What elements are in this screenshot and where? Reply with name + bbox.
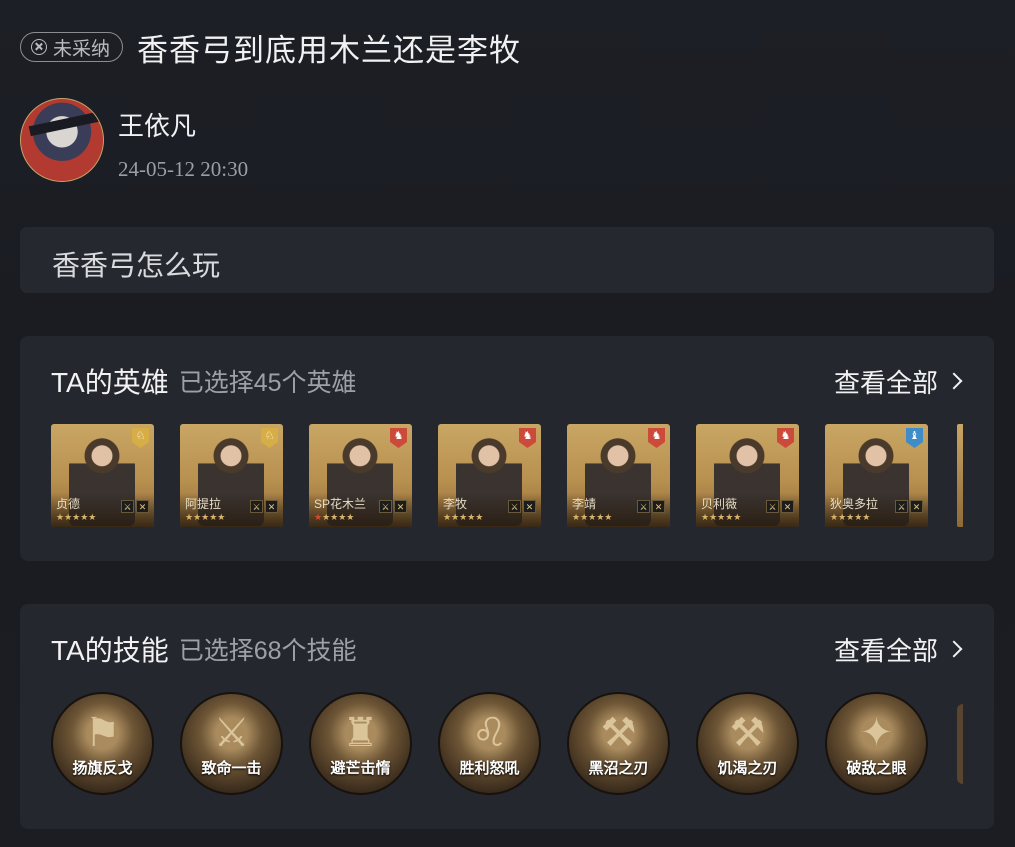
hero-name: 李靖 [572,497,597,511]
hero-card[interactable]: ♝ 狄奥多拉 ★★★★★ ⚔ ✕ [825,424,928,527]
skill-type-icon: ⚔ [766,500,779,513]
hero-card[interactable]: ♘ 阿提拉 ★★★★★ ⚔ ✕ [180,424,283,527]
skill-item[interactable]: ✦ 破敌之眼 [825,692,928,795]
red-star-icon: ★ [314,512,323,522]
skill-type-icon: ⚔ [379,500,392,513]
skill-item[interactable]: ⚒ 黑沼之刃 [567,692,670,795]
hero-card[interactable]: ♞ 贝利薇 ★★★★★ ⚔ ✕ [696,424,799,527]
hero-list: ♘ 贞德 ★★★★★ ⚔ ✕ ♘ 阿提拉 ★★★★★ ⚔ ✕ ♞ SP花木兰 ★★★★★ ⚔ ✕ ♞ 李牧 ★★★… [51,424,928,527]
star-icons: ★★★★★ [56,512,97,522]
status-badge-label: 未采纳 [53,38,111,60]
skill-name: 致命一击 [201,760,262,777]
star-icons: ★★★★★ [572,512,613,522]
skills-view-all-button[interactable]: 查看全部 [833,631,963,668]
star-icons: ★★★★★ [701,512,742,522]
weapon-type-icon: ✕ [523,500,536,513]
skill-name: 避芒击惰 [330,760,391,777]
weapon-type-icon: ✕ [394,500,407,513]
author-name[interactable]: 王依凡 [118,106,248,143]
heroes-title: TA的英雄 [51,367,169,398]
skill-name: 黑沼之刃 [588,760,649,777]
faction-crest-icon: ♝ [906,428,923,448]
question-text: 香香弓怎么玩 [20,227,994,293]
hero-name: 贝利薇 [701,497,738,511]
skill-list: ⚑ 扬旗反戈 ⚔ 致命一击 ♜ 避芒击惰 ♌ 胜利怒吼 ⚒ 黑沼之刃 ⚒ 饥渴之刃 ✦ 破敌之眼 [51,692,928,795]
chevron-right-icon [945,640,963,658]
faction-crest-icon: ♞ [777,428,794,448]
skill-item[interactable]: ♜ 避芒击惰 [309,692,412,795]
hero-name: 李牧 [443,497,468,511]
skill-type-icon: ⚔ [508,500,521,513]
star-rating: ★★★★★ [443,512,483,523]
heroes-count: 已选择45个英雄 [178,369,357,397]
heroes-card: TA的英雄 已选择45个英雄 查看全部 ♘ 贞德 ★★★★★ ⚔ ✕ ♘ 阿提拉 ★★★★★ ⚔… [20,336,994,561]
skills-card: TA的技能 已选择68个技能 查看全部 ⚑ 扬旗反戈 ⚔ 致命一击 ♜ 避芒击惰 ♌ 胜利怒吼… [20,604,994,829]
skill-name: 胜利怒吼 [459,760,520,777]
skill-item[interactable]: ⚔ 致命一击 [180,692,283,795]
flag-icon: ⚑ [84,711,121,755]
avatar[interactable] [20,98,104,182]
skill-name: 扬旗反戈 [72,760,133,777]
skill-icon-partial[interactable] [957,704,963,784]
hero-card[interactable]: ♘ 贞德 ★★★★★ ⚔ ✕ [51,424,154,527]
hero-card[interactable]: ♞ SP花木兰 ★★★★★ ⚔ ✕ [309,424,412,527]
author-block: 王依凡 24-05-12 20:30 [20,98,248,182]
hero-card[interactable]: ♞ 李靖 ★★★★★ ⚔ ✕ [567,424,670,527]
blade-icon: ⚒ [600,711,637,755]
hero-name: 阿提拉 [185,497,222,511]
view-all-label: 查看全部 [833,635,938,666]
star-rating: ★★★★★ [701,512,741,523]
skill-name: 破敌之眼 [846,760,907,777]
star-rating: ★★★★★ [56,512,96,523]
weapon-type-icon: ✕ [781,500,794,513]
skill-type-icon: ⚔ [895,500,908,513]
eagle-icon: ✦ [859,711,894,755]
faction-crest-icon: ♞ [519,428,536,448]
skill-type-icon: ⚔ [121,500,134,513]
skill-name: 饥渴之刃 [717,760,778,777]
hero-name: 贞德 [56,497,81,511]
faction-crest-icon: ♞ [648,428,665,448]
weapon-type-icon: ✕ [136,500,149,513]
weapon-type-icon: ✕ [910,500,923,513]
view-all-label: 查看全部 [833,367,938,398]
heroes-view-all-button[interactable]: 查看全部 [833,363,963,400]
post-time: 24-05-12 20:30 [118,157,249,181]
faction-crest-icon: ♘ [261,428,278,448]
skills-title: TA的技能 [51,635,169,666]
star-icons: ★★★★★ [830,512,871,522]
star-rating: ★★★★★ [185,512,225,523]
sword-strike-icon: ⚔ [213,711,250,755]
warrior-icon: ♜ [342,711,379,755]
skill-type-icon: ⚔ [637,500,650,513]
faction-crest-icon: ♞ [390,428,407,448]
hero-name: 狄奥多拉 [830,497,879,511]
star-icons: ★★★★ [322,512,355,522]
hero-name: SP花木兰 [314,497,367,511]
star-icons: ★★★★★ [185,512,226,522]
hero-card[interactable]: ♞ 李牧 ★★★★★ ⚔ ✕ [438,424,541,527]
skill-item[interactable]: ⚑ 扬旗反戈 [51,692,154,795]
faction-crest-icon: ♘ [132,428,149,448]
skill-item[interactable]: ⚒ 饥渴之刃 [696,692,799,795]
weapon-type-icon: ✕ [652,500,665,513]
status-badge: 未采纳 [20,32,124,62]
post-title: 香香弓到底用木兰还是李牧 [137,32,522,68]
star-rating: ★★★★★ [572,512,612,523]
star-icons: ★★★★★ [443,512,484,522]
post-header: 未采纳 香香弓到底用木兰还是李牧 [20,26,521,68]
blade-icon: ⚒ [729,711,766,755]
lion-icon: ♌ [471,711,508,755]
chevron-right-icon [945,372,963,390]
close-circle-icon [31,39,47,55]
star-rating: ★★★★★ [314,512,354,523]
skill-item[interactable]: ♌ 胜利怒吼 [438,692,541,795]
star-rating: ★★★★★ [830,512,870,523]
weapon-type-icon: ✕ [265,500,278,513]
hero-card-partial[interactable] [957,424,963,527]
skill-type-icon: ⚔ [250,500,263,513]
skills-count: 已选择68个技能 [178,637,357,665]
